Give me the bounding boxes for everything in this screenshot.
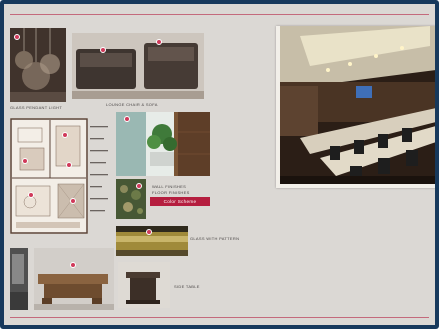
swatch-pin [136,183,142,189]
wall-pin [124,116,130,122]
pendant-light-photo [10,28,66,102]
side-table-illustration [118,262,170,308]
plan-pin-1 [62,132,68,138]
wall-finish-photo [116,112,210,176]
mood-board-frame: Glass Pendant Light Lounge Chair & Sofa [0,0,439,329]
floor-finishes-caption: Floor Finishes [152,190,190,195]
plan-pin-2 [22,158,28,164]
side-table-photo [118,262,170,308]
glass-pin [146,229,152,235]
glass-pattern-illustration [116,226,188,256]
bottom-rule [10,317,429,318]
plan-legend [90,122,112,226]
wall-finish-illustration [116,112,210,176]
glass-pattern-photo [116,226,188,256]
chair-pin [156,39,162,45]
plan-legend-lines [90,126,108,212]
floor-plan-illustration [10,118,88,234]
top-rule [10,14,429,15]
floor-plan [10,118,88,234]
interior-strip-illustration [10,248,28,310]
table-pin [70,262,76,268]
lounge-caption: Lounge Chair & Sofa [106,102,158,107]
glass-caption: Glass with Pattern [190,236,240,241]
pendant-pin [14,34,20,40]
lounge-photo [72,33,204,99]
interior-strip-photo [10,248,28,310]
wood-table-photo [34,248,114,310]
plan-pin-4 [28,192,34,198]
wall-finishes-caption: Wall Finishes [152,184,187,189]
conference-room-illustration [280,26,435,184]
floor-swatch [116,179,146,219]
plan-pin-5 [70,198,76,204]
wood-table-illustration [34,248,114,310]
plan-pin-3 [66,162,72,168]
color-scheme-label: Color Scheme [150,197,210,206]
side-table-caption: Side Table [174,284,200,289]
pendant-caption: Glass Pendant Light [10,105,63,110]
sofa-pin [100,47,106,53]
conference-room-photo [276,26,435,188]
lounge-illustration [72,33,204,99]
